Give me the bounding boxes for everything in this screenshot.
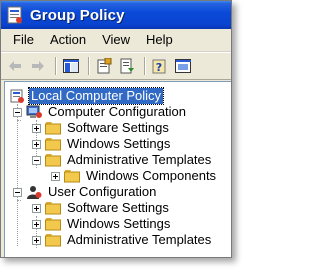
collapse-toggle[interactable] [13, 107, 22, 117]
toolbar-separator [144, 57, 146, 75]
forward-arrow-icon [32, 61, 44, 71]
tree-node-label: Computer Configuration [48, 104, 187, 119]
console-window-icon [175, 59, 191, 73]
forward-button[interactable] [28, 56, 48, 76]
tree-node-label: Software Settings [67, 120, 169, 135]
expand-toggle[interactable] [32, 123, 41, 133]
tree-node-label: Windows Components [86, 168, 217, 183]
tree-node-label: Administrative Templates [67, 232, 212, 247]
tree-node-windows-components[interactable]: Windows Components [51, 168, 218, 184]
tree-node-local-computer-policy[interactable]: Local Computer Policy [9, 87, 165, 105]
menu-bar: File Action View Help [1, 29, 231, 52]
computer-icon [26, 105, 42, 118]
console-window-button[interactable] [173, 56, 193, 76]
folder-icon [45, 138, 61, 151]
menu-view[interactable]: View [94, 30, 138, 50]
window-title: Group Policy [30, 6, 125, 24]
user-icon [27, 186, 42, 199]
folder-icon [45, 122, 61, 135]
toolbar-separator [55, 57, 57, 75]
tree-connector [17, 200, 21, 201]
expand-toggle[interactable] [51, 171, 60, 181]
folder-icon [45, 202, 61, 215]
tree-node-software-settings[interactable]: Software Settings [32, 120, 171, 136]
tree-node-label: Administrative Templates [67, 152, 212, 167]
console-tree: Local Computer Policy Computer Configura… [4, 81, 231, 257]
expand-toggle[interactable] [32, 139, 41, 149]
help-icon: ? [152, 59, 166, 74]
tree-connector [17, 120, 21, 121]
help-button[interactable]: ? [150, 56, 170, 76]
folder-icon [45, 218, 61, 231]
expand-toggle[interactable] [32, 203, 41, 213]
menu-file[interactable]: File [5, 30, 42, 50]
tree-node-administrative-templates[interactable]: Administrative Templates [32, 232, 213, 248]
back-button[interactable] [5, 56, 25, 76]
back-arrow-icon [9, 61, 21, 71]
collapse-toggle[interactable] [13, 187, 22, 197]
tree-node-administrative-templates[interactable]: Administrative Templates [32, 152, 213, 168]
toolbar: ? [1, 52, 231, 80]
tree-node-windows-settings[interactable]: Windows Settings [32, 136, 172, 152]
export-list-icon [120, 58, 134, 74]
tree-node-computer-configuration[interactable]: Computer Configuration [13, 104, 188, 120]
toolbar-separator [88, 57, 90, 75]
svg-text:?: ? [156, 61, 162, 74]
properties-icon [97, 58, 112, 74]
folder-icon [64, 170, 80, 183]
collapse-toggle[interactable] [32, 155, 41, 165]
show-hide-tree-icon [63, 59, 79, 73]
tree-node-label: Local Computer Policy [27, 87, 165, 105]
expand-toggle[interactable] [32, 219, 41, 229]
tree-node-software-settings[interactable]: Software Settings [32, 200, 171, 216]
export-list-button[interactable] [117, 56, 137, 76]
tree-node-label: Windows Settings [67, 136, 171, 151]
title-bar[interactable]: Group Policy [1, 1, 231, 29]
tree-node-label: Windows Settings [67, 216, 171, 231]
group-policy-app-icon [7, 6, 22, 24]
show-hide-tree-button[interactable] [61, 56, 81, 76]
expand-toggle[interactable] [32, 235, 41, 245]
tree-node-user-configuration[interactable]: User Configuration [13, 184, 158, 200]
folder-icon [45, 234, 61, 247]
tree-node-windows-settings[interactable]: Windows Settings [32, 216, 172, 232]
group-policy-window: Group Policy File Action View Help ? Loc… [0, 0, 232, 258]
menu-help[interactable]: Help [138, 30, 181, 50]
properties-button[interactable] [94, 56, 114, 76]
folder-icon [45, 154, 61, 167]
tree-connector [17, 104, 18, 246]
tree-node-label: User Configuration [48, 184, 157, 199]
tree-node-label: Software Settings [67, 200, 169, 215]
menu-action[interactable]: Action [42, 30, 94, 50]
policy-icon [10, 89, 24, 103]
